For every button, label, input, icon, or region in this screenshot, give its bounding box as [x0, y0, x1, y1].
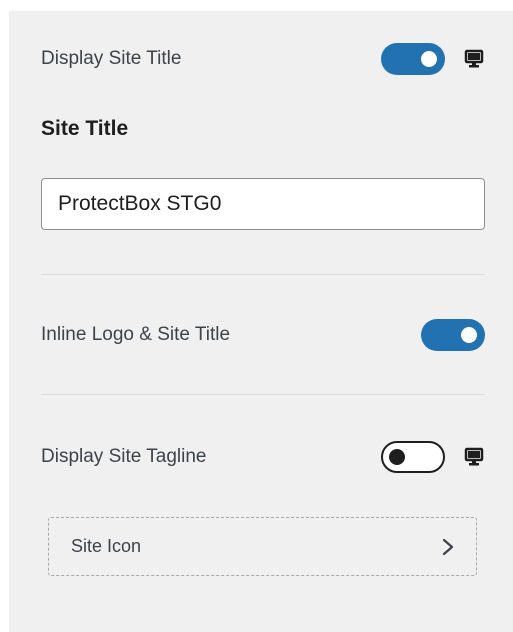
display-site-title-toggle[interactable] [381, 43, 445, 75]
inline-logo-controls [421, 319, 485, 351]
display-site-title-controls [381, 43, 485, 75]
desktop-icon[interactable] [463, 447, 485, 467]
site-title-heading: Site Title [41, 117, 129, 140]
inline-logo-row: Inline Logo & Site Title [41, 319, 485, 351]
display-site-tagline-label: Display Site Tagline [41, 446, 207, 467]
divider [41, 274, 485, 275]
chevron-right-icon [440, 537, 456, 557]
display-site-tagline-controls [381, 441, 485, 473]
desktop-icon[interactable] [463, 49, 485, 69]
divider [41, 394, 485, 395]
inline-logo-label: Inline Logo & Site Title [41, 324, 231, 345]
display-site-tagline-row: Display Site Tagline [41, 441, 485, 473]
toggle-knob [389, 449, 405, 465]
site-title-input[interactable] [41, 178, 485, 230]
toggle-knob [461, 327, 477, 343]
display-site-title-row: Display Site Title [41, 43, 485, 75]
inline-logo-toggle[interactable] [421, 319, 485, 351]
toggle-knob [421, 51, 437, 67]
site-icon-label: Site Icon [71, 536, 142, 556]
display-site-tagline-toggle[interactable] [381, 441, 445, 473]
site-icon-button[interactable]: Site Icon [48, 517, 477, 576]
site-identity-panel: Display Site Title Site Title Inline Log… [9, 11, 513, 632]
display-site-title-label: Display Site Title [41, 48, 182, 69]
